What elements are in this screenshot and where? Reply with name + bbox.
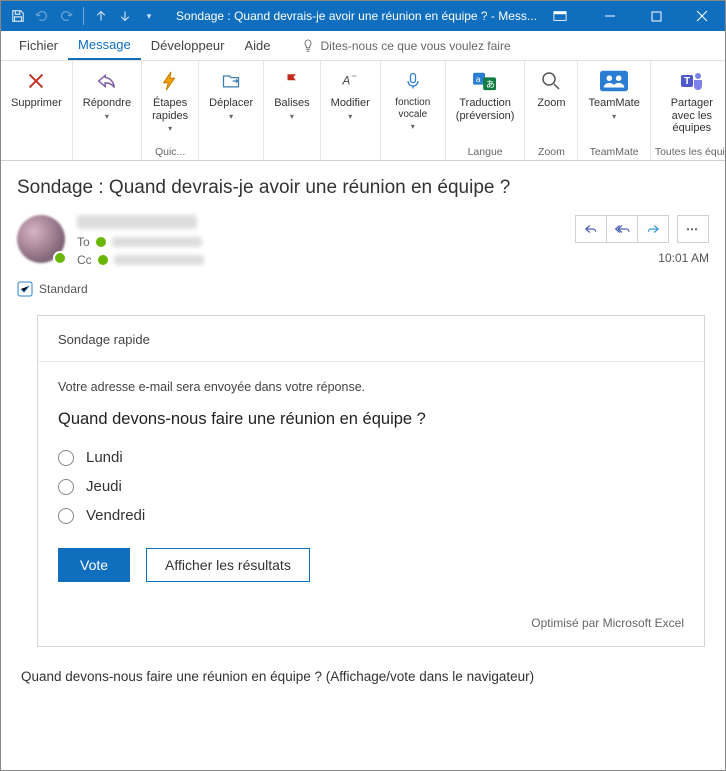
- lightning-icon: [156, 67, 184, 95]
- delete-icon: [22, 67, 50, 95]
- flag-icon: [278, 67, 306, 95]
- reply-button[interactable]: Répondre ▾: [77, 65, 137, 123]
- group-quicksteps: Quic...: [146, 146, 194, 160]
- browser-view-link[interactable]: Quand devons-nous faire une réunion en é…: [17, 647, 709, 684]
- group-language: Langue: [450, 146, 521, 160]
- translate-icon: aあ: [471, 67, 499, 95]
- share-teams-button[interactable]: T Partager avec les équipes: [655, 65, 726, 137]
- teams-icon: T: [678, 67, 706, 95]
- group-teammate: TeamMate: [582, 146, 645, 160]
- cc-label: Cc: [77, 253, 92, 267]
- move-button[interactable]: Déplacer ▾: [203, 65, 259, 123]
- presence-indicator: [53, 251, 67, 265]
- ribbon-tabs: Fichier Message Développeur Aide Dites-n…: [1, 31, 725, 61]
- next-item-icon[interactable]: [114, 5, 136, 27]
- poll-card: Sondage rapide Votre adresse e-mail sera…: [37, 315, 705, 647]
- delete-button[interactable]: Supprimer: [5, 65, 68, 112]
- modify-button[interactable]: A Modifier ▾: [325, 65, 376, 123]
- modify-icon: A: [336, 67, 364, 95]
- tab-message[interactable]: Message: [68, 31, 141, 60]
- presence-dot-icon: [96, 237, 106, 247]
- to-line: To: [77, 235, 563, 249]
- move-icon: [217, 67, 245, 95]
- undo-icon[interactable]: [31, 5, 53, 27]
- forward-action[interactable]: [637, 215, 669, 243]
- redo-icon[interactable]: [55, 5, 77, 27]
- more-actions[interactable]: ⋯: [677, 215, 709, 243]
- quick-steps-button[interactable]: Étapes rapides ▾: [146, 65, 194, 135]
- zoom-icon: [537, 67, 565, 95]
- cc-recipient: [114, 255, 204, 265]
- to-recipient: [112, 237, 202, 247]
- save-icon[interactable]: [7, 5, 29, 27]
- title-bar: ▾ Sondage : Quand devrais-je avoir une r…: [1, 1, 725, 31]
- poll-option[interactable]: Lundi: [58, 443, 684, 472]
- group-all-teams[interactable]: Toutes les équipes ⌃: [655, 146, 726, 160]
- voice-button[interactable]: fonction vocale ▾: [385, 65, 441, 133]
- prev-item-icon[interactable]: [90, 5, 112, 27]
- radio-icon: [58, 479, 74, 495]
- qat-dropdown-icon[interactable]: ▾: [138, 5, 160, 27]
- radio-icon: [58, 450, 74, 466]
- tags-button[interactable]: Balises ▾: [268, 65, 315, 123]
- group-zoom: Zoom: [529, 146, 573, 160]
- tab-developer[interactable]: Développeur: [141, 31, 235, 60]
- ribbon-display-icon[interactable]: [553, 10, 587, 22]
- powered-by-label: Optimisé par Microsoft Excel: [58, 616, 684, 630]
- vote-button[interactable]: Vote: [58, 548, 130, 582]
- presence-dot-icon: [98, 255, 108, 265]
- tell-me-label: Dites-nous ce que vous voulez faire: [321, 39, 511, 53]
- tab-help[interactable]: Aide: [234, 31, 280, 60]
- reply-all-action[interactable]: [606, 215, 638, 243]
- svg-text:a: a: [476, 75, 481, 84]
- tell-me-search[interactable]: Dites-nous ce que vous voulez faire: [301, 39, 511, 53]
- message-subject: Sondage : Quand devrais-je avoir une réu…: [17, 177, 709, 199]
- minimize-button[interactable]: [587, 1, 633, 31]
- sensitivity-icon: [17, 281, 33, 297]
- teammate-icon: [600, 67, 628, 95]
- poll-option[interactable]: Vendredi: [58, 501, 684, 530]
- message-header: To Cc ⋯ 10:01 AM: [17, 215, 709, 267]
- close-button[interactable]: [679, 1, 725, 31]
- message-time: 10:01 AM: [575, 251, 709, 265]
- svg-text:あ: あ: [486, 79, 495, 89]
- poll-header: Sondage rapide: [38, 316, 704, 362]
- to-label: To: [77, 235, 90, 249]
- reply-action[interactable]: [575, 215, 607, 243]
- teammate-button[interactable]: TeamMate ▾: [582, 65, 645, 123]
- poll-option[interactable]: Jeudi: [58, 472, 684, 501]
- show-results-button[interactable]: Afficher les résultats: [146, 548, 310, 582]
- zoom-button[interactable]: Zoom: [529, 65, 573, 112]
- tab-file[interactable]: Fichier: [9, 31, 68, 60]
- cc-line: Cc: [77, 253, 563, 267]
- window-controls: [587, 1, 725, 31]
- message-actions: ⋯: [575, 215, 709, 243]
- poll-question: Quand devons-nous faire une réunion en é…: [58, 410, 684, 429]
- reply-icon: [93, 67, 121, 95]
- sender-name: [77, 215, 197, 229]
- voice-icon: [399, 67, 427, 95]
- quick-access-toolbar: ▾: [1, 5, 160, 27]
- poll-disclaimer: Votre adresse e-mail sera envoyée dans v…: [58, 380, 684, 394]
- lightbulb-icon: [301, 39, 315, 53]
- svg-text:T: T: [684, 76, 690, 87]
- ribbon: Supprimer Répondre ▾ Étapes rapides ▾ Qu…: [1, 61, 725, 161]
- sensitivity-label: Standard: [17, 281, 709, 297]
- radio-icon: [58, 508, 74, 524]
- translate-button[interactable]: aあ Traduction (préversion): [450, 65, 521, 124]
- message-body: Sondage : Quand devrais-je avoir une réu…: [1, 161, 725, 694]
- maximize-button[interactable]: [633, 1, 679, 31]
- window-title: Sondage : Quand devrais-je avoir une réu…: [160, 9, 553, 23]
- svg-text:A: A: [342, 74, 351, 87]
